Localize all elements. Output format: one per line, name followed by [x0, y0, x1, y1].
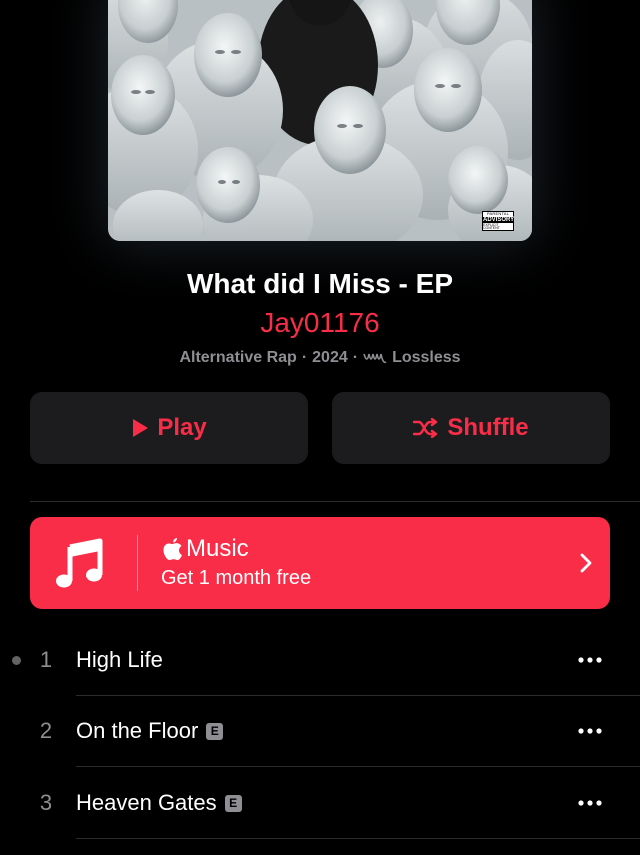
track-number: 2: [39, 718, 53, 743]
advisory-line1: PARENTAL: [486, 210, 510, 216]
explicit-badge: E: [206, 722, 224, 740]
promo-subtitle: Get 1 month free: [161, 567, 312, 589]
apple-logo-icon: [163, 538, 182, 560]
shuffle-icon: [413, 418, 438, 438]
track-row[interactable]: 3 Heaven Gates E: [0, 767, 640, 839]
advisory-line2: ADVISORY: [483, 216, 515, 223]
track-title: Heaven Gates E: [76, 790, 242, 816]
album-artwork-image: [108, 0, 532, 241]
more-icon[interactable]: [578, 657, 602, 663]
album-title: What did I Miss - EP: [186, 268, 453, 299]
play-button[interactable]: Play: [30, 392, 308, 464]
track-row[interactable]: 1 High Life: [0, 624, 640, 696]
track-title: High Life: [76, 647, 163, 673]
track-title-text: Heaven Gates: [76, 790, 217, 815]
meta-separator: ·: [352, 349, 359, 366]
promo-divider: [137, 535, 138, 591]
album-artwork[interactable]: PARENTAL ADVISORY EXPLICIT CONTENT: [108, 0, 532, 241]
shuffle-button[interactable]: Shuffle: [332, 392, 610, 464]
track-number: 1: [39, 647, 53, 672]
play-button-label: Play: [157, 414, 207, 441]
parental-advisory-label: PARENTAL ADVISORY EXPLICIT CONTENT: [482, 211, 514, 231]
play-icon: [133, 419, 149, 437]
section-divider: [30, 501, 640, 502]
lossless-icon: [363, 353, 387, 364]
artist-link[interactable]: Jay01176: [0, 307, 640, 339]
album-genre: Alternative Rap: [179, 349, 297, 366]
track-title-text: High Life: [76, 647, 163, 672]
more-icon[interactable]: [578, 728, 602, 734]
album-meta: Alternative Rap · 2024 · Lossless: [0, 349, 640, 367]
more-icon[interactable]: [578, 800, 602, 806]
meta-separator: ·: [301, 349, 308, 366]
album-page: PARENTAL ADVISORY EXPLICIT CONTENT What …: [0, 0, 640, 855]
music-note-icon: [56, 538, 103, 588]
track-title: On the Floor E: [76, 718, 224, 744]
album-year: 2024: [312, 349, 348, 366]
track-number: 3: [39, 790, 53, 815]
promo-brand-name: Music: [186, 535, 249, 562]
now-playing-indicator: [12, 655, 21, 665]
track-row[interactable]: 2 On the Floor E: [0, 695, 640, 767]
shuffle-button-label: Shuffle: [447, 414, 529, 441]
advisory-line3: EXPLICIT CONTENT: [483, 222, 500, 230]
row-separator: [76, 838, 640, 839]
apple-music-promo-banner[interactable]: Music Get 1 month free: [30, 517, 610, 609]
track-title-text: On the Floor: [76, 718, 199, 743]
promo-title: Music: [162, 535, 249, 563]
chevron-right-icon: [580, 553, 592, 573]
album-quality: Lossless: [392, 349, 461, 366]
explicit-badge: E: [224, 794, 242, 812]
